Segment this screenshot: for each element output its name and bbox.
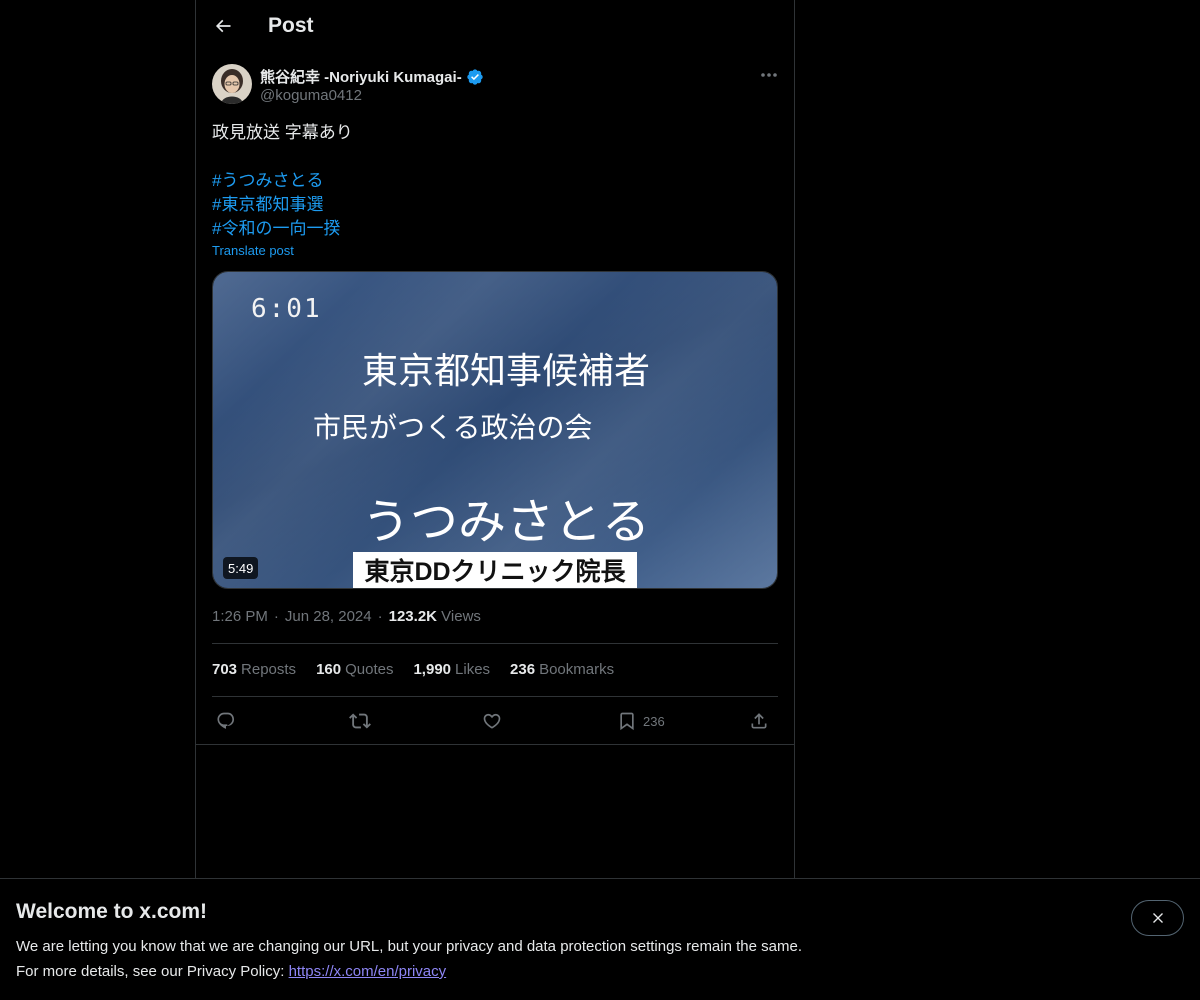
translate-post-link[interactable]: Translate post bbox=[212, 243, 294, 258]
repost-icon bbox=[349, 713, 371, 729]
author-display-name[interactable]: 熊谷紀幸 -Noriyuki Kumagai- bbox=[260, 66, 484, 87]
bookmarks-stat[interactable]: 236 Bookmarks bbox=[510, 661, 614, 678]
views-count: 123.2K bbox=[388, 608, 437, 625]
stat-label: Likes bbox=[455, 661, 491, 678]
tweet-meta: 1:26 PM · Jun 28, 2024 · 123.2K Views bbox=[212, 608, 481, 625]
share-button[interactable] bbox=[749, 706, 769, 736]
divider bbox=[212, 643, 778, 644]
avatar[interactable] bbox=[212, 64, 252, 104]
tweet-text: 政見放送 字幕あり #うつみさとる #東京都知事選 #令和の一向一揆 bbox=[212, 121, 353, 241]
reposts-stat[interactable]: 703 Reposts bbox=[212, 661, 296, 678]
bookmark-icon bbox=[620, 712, 634, 731]
video-overlay-name: うつみさとる bbox=[361, 494, 650, 550]
heart-icon bbox=[483, 713, 501, 729]
hashtag-link[interactable]: #うつみさとる bbox=[212, 169, 353, 193]
likes-stat[interactable]: 1,990 Likes bbox=[413, 661, 490, 678]
close-icon bbox=[1152, 913, 1163, 923]
video-overlay-party: 市民がつくる政治の会 bbox=[313, 411, 593, 444]
like-button[interactable] bbox=[482, 706, 502, 736]
verified-badge-icon bbox=[467, 68, 483, 85]
author-name-text: 熊谷紀幸 -Noriyuki Kumagai- bbox=[260, 69, 462, 86]
more-options-button[interactable] bbox=[756, 64, 782, 86]
action-bar: 236 bbox=[212, 706, 778, 736]
back-button[interactable] bbox=[206, 9, 240, 43]
stat-label: Bookmarks bbox=[539, 661, 615, 678]
divider bbox=[196, 744, 794, 745]
reply-icon bbox=[217, 712, 235, 729]
bookmark-button[interactable]: 236 bbox=[617, 706, 665, 736]
welcome-banner: Welcome to x.com! We are letting you kno… bbox=[0, 878, 1200, 1000]
meta-separator: · bbox=[273, 608, 279, 625]
video-overlay-time: 6:01 bbox=[251, 294, 322, 324]
video-duration-badge: 5:49 bbox=[223, 557, 259, 579]
banner-title: Welcome to x.com! bbox=[16, 900, 207, 923]
video-player[interactable]: 6:01 東京都知事候補者 市民がつくる政治の会 うつみさとる 東京DDクリニッ… bbox=[212, 271, 778, 589]
page-title: Post bbox=[268, 14, 314, 37]
page-header: Post bbox=[196, 0, 794, 53]
video-subtitle: 東京DDクリニック院長 bbox=[353, 552, 637, 588]
quotes-stat[interactable]: 160 Quotes bbox=[316, 661, 393, 678]
video-overlay-title: 東京都知事候補者 bbox=[361, 351, 650, 392]
main-column: Post 熊谷紀幸 -Noriyuki Kumagai- @koguma0412… bbox=[195, 0, 795, 1000]
banner-privacy-line: For more details, see our Privacy Policy… bbox=[16, 963, 446, 980]
arrow-left-icon bbox=[215, 19, 231, 33]
views-label: Views bbox=[441, 608, 481, 625]
divider bbox=[212, 696, 778, 697]
close-banner-button[interactable] bbox=[1131, 900, 1184, 936]
privacy-policy-link[interactable]: https://x.com/en/privacy bbox=[289, 963, 447, 980]
repost-button[interactable] bbox=[349, 706, 371, 736]
stat-count: 160 bbox=[316, 661, 342, 678]
meta-separator: · bbox=[377, 608, 383, 625]
author-handle[interactable]: @koguma0412 bbox=[260, 87, 362, 104]
tweet-time[interactable]: 1:26 PM bbox=[212, 608, 268, 625]
hashtag-link[interactable]: #東京都知事選 bbox=[212, 193, 353, 217]
stat-count: 703 bbox=[212, 661, 238, 678]
stat-count: 1,990 bbox=[413, 661, 452, 678]
avatar-image bbox=[212, 64, 252, 104]
stat-label: Quotes bbox=[345, 661, 394, 678]
engagement-stats: 703 Reposts 160 Quotes 1,990 Likes 236 B… bbox=[212, 661, 614, 678]
stat-count: 236 bbox=[510, 661, 536, 678]
tweet-date[interactable]: Jun 28, 2024 bbox=[285, 608, 372, 625]
banner-privacy-prefix: For more details, see our Privacy Policy… bbox=[16, 963, 289, 980]
more-dots-icon bbox=[761, 73, 777, 77]
hashtag-link[interactable]: #令和の一向一揆 bbox=[212, 217, 353, 241]
bookmark-count: 236 bbox=[643, 713, 665, 729]
banner-message: We are letting you know that we are chan… bbox=[16, 938, 802, 955]
reply-button[interactable] bbox=[216, 706, 236, 736]
stat-label: Reposts bbox=[241, 661, 297, 678]
share-icon bbox=[751, 713, 767, 729]
tweet-body: 政見放送 字幕あり bbox=[212, 123, 353, 142]
